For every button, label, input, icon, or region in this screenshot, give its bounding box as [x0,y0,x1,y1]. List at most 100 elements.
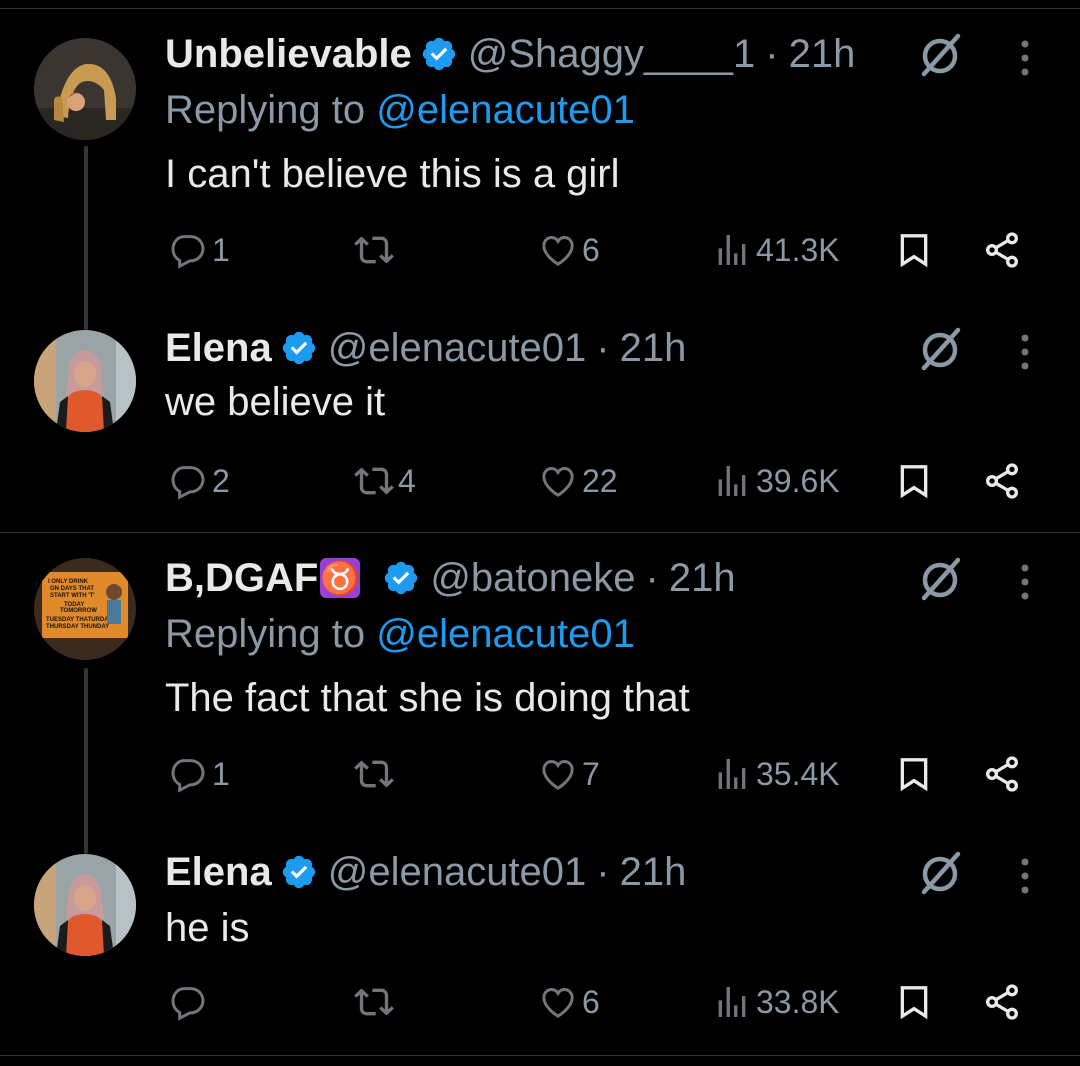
like-button[interactable]: 22 [538,456,618,506]
replying-to: Replying to @elenacute01 [165,608,635,660]
views-icon [712,754,752,794]
action-bar: 2 4 22 39.6K [0,456,1080,506]
reply-count: 1 [212,755,230,792]
avatar[interactable] [34,38,136,140]
replying-to: Replying to @elenacute01 [165,84,635,136]
mention-link[interactable]: @elenacute01 [376,88,635,132]
more-icon[interactable] [1010,556,1040,606]
grok-icon[interactable] [916,554,966,604]
views-icon [712,982,752,1022]
share-icon[interactable] [982,754,1022,794]
grok-icon[interactable] [916,324,966,374]
reply-button[interactable]: 1 [168,749,230,799]
separator-dot: · [596,326,610,370]
separator-dot: · [765,32,779,76]
retweet-icon [354,230,394,270]
views-button[interactable]: 35.4K [712,749,840,799]
views-count: 39.6K [756,462,840,499]
timestamp[interactable]: 21h [789,28,856,80]
more-icon[interactable] [1010,32,1040,82]
display-name[interactable]: Elena [165,846,272,898]
retweet-icon [354,982,394,1022]
replying-to-label: Replying to [165,612,377,656]
timestamp[interactable]: 21h [620,322,687,374]
grok-icon[interactable] [916,30,966,80]
action-bar: 1 7 35.4K [0,749,1080,799]
views-button[interactable]: 41.3K [712,225,840,275]
top-divider [0,8,1080,9]
verified-icon [280,853,318,891]
like-count: 6 [582,983,600,1020]
display-name[interactable]: B,DGAF [165,552,318,604]
avatar[interactable] [34,854,136,956]
bookmark-icon[interactable] [894,230,934,270]
like-count: 22 [582,462,618,499]
handle[interactable]: @Shaggy____1 [468,28,756,80]
timestamp[interactable]: 21h [669,552,736,604]
share-icon[interactable] [982,230,1022,270]
retweet-button[interactable] [354,225,398,275]
tweet-text: I can't believe this is a girl [165,152,620,196]
tweet-header: Elena @elenacute01 · 21h [165,322,686,374]
retweet-button[interactable]: 4 [354,456,416,506]
thread-divider [0,532,1080,533]
display-name[interactable]: Elena [165,322,272,374]
like-button[interactable]: 7 [538,749,600,799]
views-icon [712,230,752,270]
like-count: 7 [582,755,600,792]
like-button[interactable]: 6 [538,225,600,275]
verified-icon [382,559,420,597]
retweet-count: 4 [398,462,416,499]
handle[interactable]: @elenacute01 [328,846,587,898]
views-count: 33.8K [756,983,840,1020]
replying-to-label: Replying to [165,88,377,132]
handle[interactable]: @elenacute01 [328,322,587,374]
bookmark-icon[interactable] [894,754,934,794]
retweet-icon [354,461,394,501]
avatar-sign-text: THURSDAY THUNDAY [46,624,109,630]
bookmark-icon[interactable] [894,982,934,1022]
reply-count: 2 [212,462,230,499]
reply-count: 1 [212,231,230,268]
views-button[interactable]: 33.8K [712,977,840,1027]
avatar[interactable]: I ONLY DRINK ON DAYS THAT START WITH 'T'… [34,558,136,660]
tweet-header: Elena @elenacute01 · 21h [165,846,686,898]
reply-icon [168,754,208,794]
separator-dot: · [645,556,659,600]
like-button[interactable]: 6 [538,977,600,1027]
reply-button[interactable]: 2 [168,456,230,506]
more-icon[interactable] [1010,326,1040,376]
reply-icon [168,461,208,501]
tweet-text: The fact that she is doing that [165,676,690,720]
mention-link[interactable]: @elenacute01 [376,612,635,656]
reply-icon [168,982,208,1022]
verified-icon [420,35,458,73]
like-count: 6 [582,231,600,268]
avatar-sign-text: I ONLY DRINK [48,579,89,585]
views-count: 41.3K [756,231,840,268]
grok-icon[interactable] [916,848,966,898]
verified-icon [280,329,318,367]
display-name[interactable]: Unbelievable [165,28,412,80]
reply-icon [168,230,208,270]
avatar[interactable] [34,330,136,432]
separator-dot: · [596,850,610,894]
views-button[interactable]: 39.6K [712,456,840,506]
reply-button[interactable]: 1 [168,225,230,275]
handle[interactable]: @batoneke [430,552,635,604]
timestamp[interactable]: 21h [620,846,687,898]
avatar-sign-text: START WITH 'T' [50,593,95,599]
action-bar: 6 33.8K [0,977,1080,1027]
bottom-divider [0,1055,1080,1056]
like-icon [538,230,578,270]
more-icon[interactable] [1010,850,1040,900]
like-icon [538,461,578,501]
bookmark-icon[interactable] [894,461,934,501]
retweet-button[interactable] [354,977,398,1027]
taurus-emoji: ♉ [320,558,361,598]
avatar-sign-text: TOMORROW [60,608,97,614]
share-icon[interactable] [982,982,1022,1022]
reply-button[interactable] [168,977,212,1027]
retweet-button[interactable] [354,749,398,799]
share-icon[interactable] [982,461,1022,501]
